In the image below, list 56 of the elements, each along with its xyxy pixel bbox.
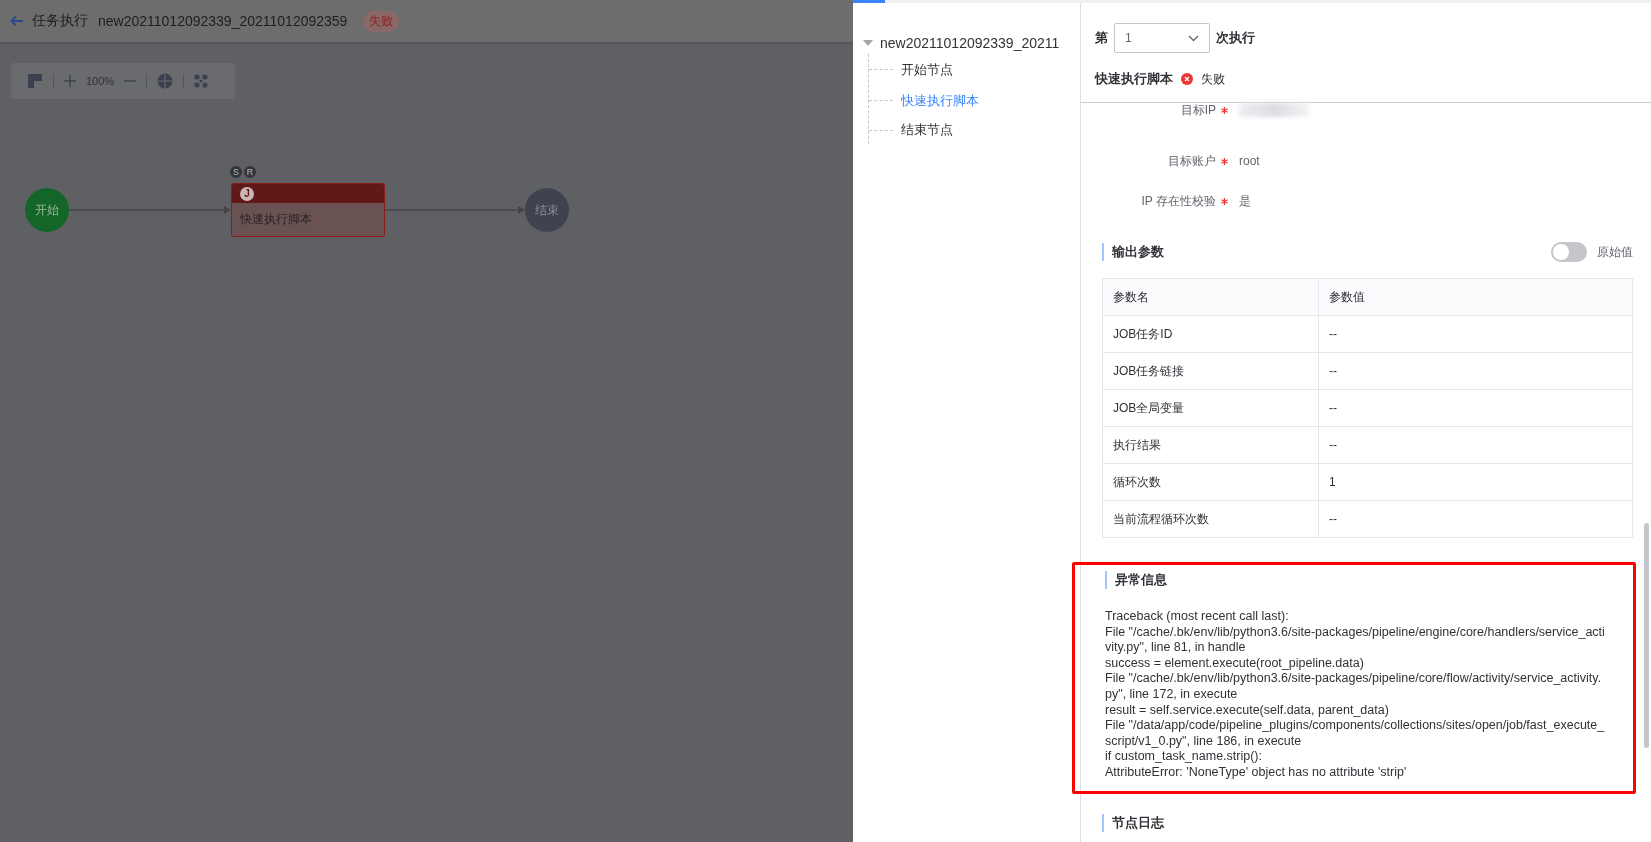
table-cell: JOB全局变量 — [1102, 389, 1319, 427]
table-cell: 循环次数 — [1102, 463, 1319, 501]
status-badge: 失败 — [363, 10, 400, 32]
tree-root-label[interactable]: new20211012092339_20211 — [880, 35, 1060, 51]
layout-icon[interactable] — [27, 73, 43, 89]
table-cell: -- — [1318, 426, 1633, 464]
table-cell: -- — [1318, 389, 1633, 427]
traceback-line: success = element.execute(root_pipeline.data) — [1105, 655, 1365, 672]
crosshair-icon[interactable] — [157, 73, 174, 89]
traceback-line: if custom_task_name.strip(): — [1105, 749, 1263, 765]
field-label: IP 存在性校验 — [1140, 192, 1216, 210]
column-header: 参数名 — [1102, 278, 1319, 316]
node-status: 失败 — [1201, 70, 1225, 88]
column-header: 参数值 — [1318, 278, 1633, 316]
node-badge: S — [230, 166, 242, 178]
raw-value-toggle[interactable] — [1551, 242, 1587, 262]
field-value: root — [1239, 154, 1260, 168]
traceback-line: Traceback (most recent call last): — [1105, 609, 1290, 625]
page-title: 任务执行 — [32, 12, 88, 30]
traceback-line: AttributeError: 'NoneType' object has no attribute 'strip' — [1105, 764, 1408, 781]
node-label: 快速执行脚本 — [239, 211, 313, 228]
field-label: 目标账户 — [1167, 152, 1216, 170]
table-cell: JOB任务ID — [1102, 315, 1319, 353]
node-name: 快速执行脚本 — [1095, 70, 1173, 88]
flow-node[interactable]: 开始 — [25, 188, 69, 232]
tree-item[interactable]: 结束节点 — [901, 121, 953, 139]
scrollbar-thumb[interactable] — [1644, 523, 1649, 748]
back-arrow-icon[interactable] — [10, 15, 24, 27]
section-title: 输出参数 — [1112, 243, 1164, 261]
section-title: 节点日志 — [1112, 813, 1164, 832]
traceback-line: result = self.service.execute(self.data, parent_data) — [1105, 702, 1390, 719]
task-name: new20211012092339_20211012092359 — [98, 13, 348, 29]
table-cell: -- — [1318, 352, 1633, 390]
table-cell: 执行结果 — [1102, 426, 1319, 464]
execution-suffix: 次执行 — [1216, 29, 1255, 47]
table-cell: 1 — [1318, 463, 1633, 501]
node-type-icon: J — [240, 186, 254, 201]
task-node[interactable]: J 快速执行脚本 — [231, 183, 385, 237]
field-value: 是 — [1239, 192, 1251, 210]
table-cell: -- — [1318, 500, 1633, 538]
fit-screen-icon[interactable] — [194, 74, 209, 88]
section-title: 异常信息 — [1115, 571, 1167, 589]
tree-item[interactable]: 快速执行脚本 — [901, 91, 979, 110]
expand-caret-icon[interactable] — [863, 40, 873, 46]
zoom-level: 100% — [86, 75, 115, 87]
tree-item[interactable]: 开始节点 — [901, 60, 953, 79]
table-cell: 当前流程循环次数 — [1102, 500, 1319, 538]
table-cell: -- — [1318, 315, 1633, 353]
execution-prefix: 第 — [1095, 29, 1108, 47]
node-badge: R — [244, 166, 256, 178]
chevron-down-icon — [1188, 34, 1199, 42]
zoom-in-icon[interactable] — [64, 75, 76, 87]
field-label: 目标IP — [1179, 101, 1216, 119]
toggle-label: 原始值 — [1597, 243, 1633, 261]
table-cell: JOB任务链接 — [1102, 352, 1319, 390]
execution-select[interactable]: 1 — [1114, 23, 1210, 53]
